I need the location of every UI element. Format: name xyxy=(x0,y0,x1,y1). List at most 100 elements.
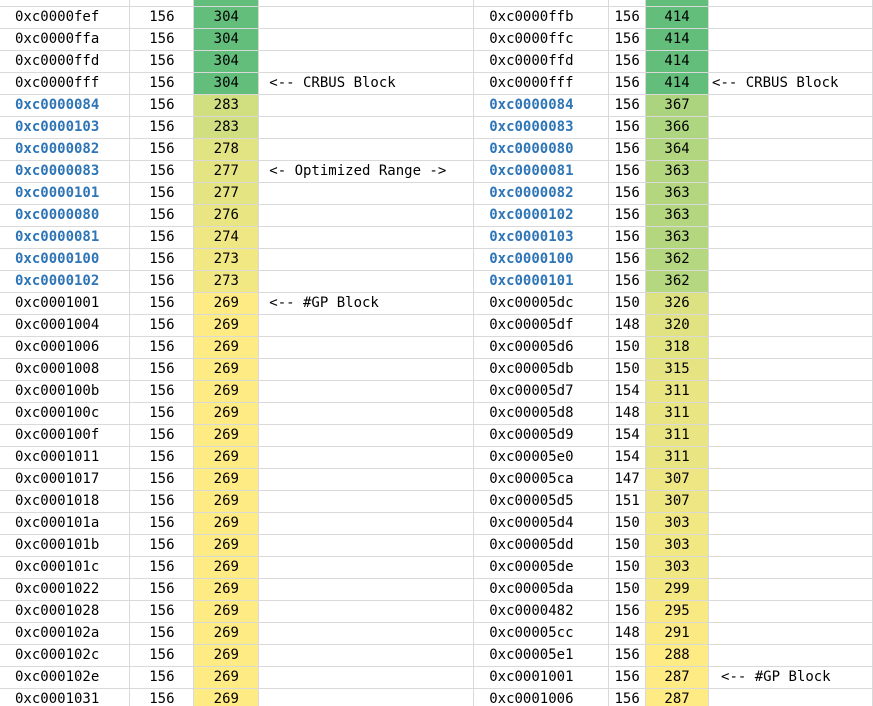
right-count-cell[interactable]: 154 xyxy=(608,380,647,403)
left-msr-address-cell[interactable]: 0xc0000080 xyxy=(0,204,131,227)
right-count-cell[interactable]: 156 xyxy=(608,6,647,29)
left-msr-address-cell[interactable]: 0xc000100f xyxy=(0,424,131,447)
empty-cell[interactable] xyxy=(858,248,873,271)
right-annotation-cell[interactable] xyxy=(708,314,859,337)
right-msr-address-cell[interactable]: 0xc00005e1 xyxy=(473,644,610,667)
empty-cell[interactable] xyxy=(858,314,873,337)
right-cycles-cell[interactable]: 311 xyxy=(645,380,710,403)
left-cycles-cell[interactable]: 269 xyxy=(193,622,260,645)
left-cycles-cell[interactable]: 276 xyxy=(193,204,260,227)
left-count-cell[interactable]: 156 xyxy=(129,490,195,513)
left-msr-address-cell[interactable]: 0xc0000082 xyxy=(0,138,131,161)
left-count-cell[interactable]: 156 xyxy=(129,446,195,469)
right-count-cell[interactable]: 156 xyxy=(608,138,647,161)
left-count-cell[interactable]: 156 xyxy=(129,578,195,601)
left-cycles-cell[interactable]: 277 xyxy=(193,182,260,205)
left-cycles-cell[interactable]: 269 xyxy=(193,292,260,315)
left-cycles-cell[interactable]: 269 xyxy=(193,556,260,579)
left-cycles-cell[interactable]: 269 xyxy=(193,600,260,623)
right-annotation-cell[interactable] xyxy=(708,688,859,706)
right-annotation-cell[interactable] xyxy=(708,578,859,601)
empty-cell[interactable] xyxy=(858,94,873,117)
right-annotation-cell[interactable] xyxy=(708,226,859,249)
left-count-cell[interactable]: 156 xyxy=(129,72,195,95)
empty-cell[interactable] xyxy=(858,644,873,667)
left-msr-address-cell[interactable]: 0xc0000ffd xyxy=(0,50,131,73)
left-cycles-cell[interactable]: 277 xyxy=(193,160,260,183)
empty-cell[interactable] xyxy=(858,116,873,139)
right-msr-address-cell[interactable]: 0xc0001006 xyxy=(473,688,610,706)
left-msr-address-cell[interactable]: 0xc000100c xyxy=(0,402,131,425)
right-annotation-cell[interactable] xyxy=(708,28,859,51)
left-msr-address-cell[interactable]: 0xc0000fef xyxy=(0,6,131,29)
right-cycles-cell[interactable]: 288 xyxy=(645,644,710,667)
right-cycles-cell[interactable]: 287 xyxy=(645,666,710,689)
right-cycles-cell[interactable]: 311 xyxy=(645,424,710,447)
left-count-cell[interactable]: 156 xyxy=(129,204,195,227)
right-cycles-cell[interactable]: 303 xyxy=(645,534,710,557)
left-cycles-cell[interactable]: 283 xyxy=(193,94,260,117)
left-msr-address-cell[interactable]: 0xc0001028 xyxy=(0,600,131,623)
left-annotation-cell[interactable]: <- Optimized Range -> xyxy=(258,160,475,183)
left-annotation-cell[interactable] xyxy=(258,28,475,51)
right-msr-address-cell[interactable]: 0xc0000ffc xyxy=(473,28,610,51)
left-count-cell[interactable]: 156 xyxy=(129,314,195,337)
right-annotation-cell[interactable] xyxy=(708,248,859,271)
empty-cell[interactable] xyxy=(858,138,873,161)
empty-cell[interactable] xyxy=(858,688,873,706)
left-msr-address-cell[interactable]: 0xc000102a xyxy=(0,622,131,645)
left-cycles-cell[interactable]: 269 xyxy=(193,358,260,381)
left-cycles-cell[interactable]: 269 xyxy=(193,468,260,491)
right-cycles-cell[interactable]: 414 xyxy=(645,6,710,29)
right-msr-address-cell[interactable]: 0xc0000083 xyxy=(473,116,610,139)
left-msr-address-cell[interactable]: 0xc0001017 xyxy=(0,468,131,491)
empty-cell[interactable] xyxy=(858,226,873,249)
right-msr-address-cell[interactable]: 0xc0000082 xyxy=(473,182,610,205)
right-msr-address-cell[interactable]: 0xc00005db xyxy=(473,358,610,381)
left-cycles-cell[interactable]: 269 xyxy=(193,380,260,403)
right-annotation-cell[interactable] xyxy=(708,600,859,623)
left-annotation-cell[interactable] xyxy=(258,556,475,579)
right-annotation-cell[interactable] xyxy=(708,160,859,183)
empty-cell[interactable] xyxy=(858,402,873,425)
left-count-cell[interactable]: 156 xyxy=(129,336,195,359)
left-cycles-cell[interactable]: 269 xyxy=(193,666,260,689)
left-count-cell[interactable]: 156 xyxy=(129,138,195,161)
left-cycles-cell[interactable]: 269 xyxy=(193,424,260,447)
left-count-cell[interactable]: 156 xyxy=(129,226,195,249)
left-cycles-cell[interactable]: 269 xyxy=(193,512,260,535)
left-annotation-cell[interactable] xyxy=(258,688,475,706)
left-annotation-cell[interactable] xyxy=(258,226,475,249)
right-annotation-cell[interactable] xyxy=(708,116,859,139)
left-annotation-cell[interactable] xyxy=(258,380,475,403)
left-cycles-cell[interactable]: 304 xyxy=(193,28,260,51)
right-count-cell[interactable]: 150 xyxy=(608,512,647,535)
right-annotation-cell[interactable] xyxy=(708,358,859,381)
right-msr-address-cell[interactable]: 0xc0000080 xyxy=(473,138,610,161)
empty-cell[interactable] xyxy=(858,468,873,491)
right-count-cell[interactable]: 148 xyxy=(608,314,647,337)
empty-cell[interactable] xyxy=(858,380,873,403)
left-annotation-cell[interactable] xyxy=(258,622,475,645)
right-annotation-cell[interactable] xyxy=(708,94,859,117)
right-annotation-cell[interactable] xyxy=(708,644,859,667)
left-msr-address-cell[interactable]: 0xc0000084 xyxy=(0,94,131,117)
left-cycles-cell[interactable]: 304 xyxy=(193,72,260,95)
right-count-cell[interactable]: 156 xyxy=(608,688,647,706)
left-count-cell[interactable]: 156 xyxy=(129,468,195,491)
right-count-cell[interactable]: 156 xyxy=(608,28,647,51)
right-cycles-cell[interactable]: 363 xyxy=(645,204,710,227)
right-cycles-cell[interactable]: 366 xyxy=(645,116,710,139)
left-count-cell[interactable]: 156 xyxy=(129,600,195,623)
left-annotation-cell[interactable] xyxy=(258,182,475,205)
right-msr-address-cell[interactable]: 0xc0000ffb xyxy=(473,6,610,29)
right-annotation-cell[interactable] xyxy=(708,270,859,293)
left-count-cell[interactable]: 156 xyxy=(129,50,195,73)
left-msr-address-cell[interactable]: 0xc0000ffa xyxy=(0,28,131,51)
right-msr-address-cell[interactable]: 0xc00005da xyxy=(473,578,610,601)
left-cycles-cell[interactable]: 269 xyxy=(193,688,260,706)
right-cycles-cell[interactable]: 362 xyxy=(645,248,710,271)
right-cycles-cell[interactable]: 307 xyxy=(645,490,710,513)
right-annotation-cell[interactable] xyxy=(708,292,859,315)
empty-cell[interactable] xyxy=(858,600,873,623)
